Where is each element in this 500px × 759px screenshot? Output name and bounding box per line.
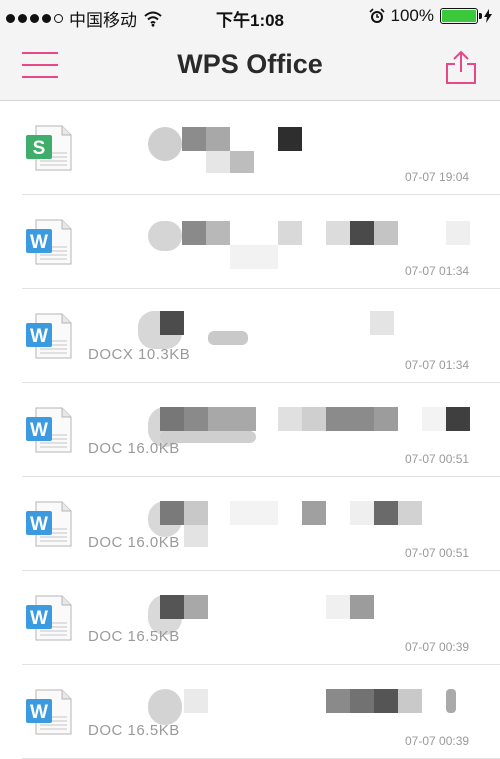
- charging-bolt-icon: [484, 9, 492, 23]
- file-date: 07-07 00:39: [405, 734, 470, 748]
- file-name-redacted: [88, 395, 470, 447]
- file-name-redacted: [88, 677, 468, 727]
- file-meta: DOC 16.0KB: [88, 440, 180, 457]
- battery-icon: [440, 8, 482, 24]
- file-row[interactable]: W DOC 16.5KB 07-07 00:39: [22, 665, 500, 759]
- svg-text:S: S: [33, 138, 46, 159]
- word-document-icon: W: [26, 407, 72, 453]
- file-date: 07-07 01:34: [405, 264, 470, 278]
- file-row[interactable]: W DOC 16.5KB 07-07 00:39: [22, 571, 500, 665]
- file-meta: DOC 16.5KB: [88, 628, 180, 645]
- file-name-redacted: [88, 489, 468, 547]
- svg-text:W: W: [30, 702, 48, 723]
- alarm-clock-icon: [368, 8, 385, 23]
- word-document-icon: W: [26, 313, 72, 359]
- word-document-icon: W: [26, 595, 72, 641]
- svg-text:W: W: [30, 514, 48, 535]
- file-row[interactable]: W DOC 16.0KB 07-07 00:51: [22, 477, 500, 571]
- file-name-redacted: [88, 301, 468, 351]
- file-row[interactable]: W 07-07 01:34: [22, 195, 500, 289]
- file-list: S 07-07 19:04 W 07-07 01:34 W DOCX 10.3KB 07-0…: [0, 101, 500, 759]
- status-bar: 中国移动 下午1:08 100%: [0, 0, 500, 34]
- file-name-redacted: [88, 583, 468, 635]
- file-date: 07-07 00:39: [405, 640, 470, 654]
- file-date: 07-07 00:51: [405, 546, 470, 560]
- battery-percent: 100%: [390, 6, 434, 25]
- file-row[interactable]: S 07-07 19:04: [22, 101, 500, 195]
- file-meta: DOC 16.5KB: [88, 722, 180, 739]
- file-row[interactable]: W DOCX 10.3KB 07-07 01:34: [22, 289, 500, 383]
- spreadsheet-document-icon: S: [26, 125, 72, 171]
- share-upload-icon[interactable]: [442, 48, 480, 86]
- file-meta: DOCX 10.3KB: [88, 346, 191, 363]
- svg-text:W: W: [30, 232, 48, 253]
- status-right: 100%: [368, 6, 492, 26]
- word-document-icon: W: [26, 501, 72, 547]
- file-meta: DOC 16.0KB: [88, 534, 180, 551]
- file-date: 07-07 01:34: [405, 358, 470, 372]
- page-title: WPS Office: [177, 49, 323, 79]
- file-row[interactable]: W DOC 16.0KB 07-07 00:51: [22, 383, 500, 477]
- file-date: 07-07 19:04: [405, 170, 470, 184]
- word-document-icon: W: [26, 219, 72, 265]
- svg-text:W: W: [30, 326, 48, 347]
- word-document-icon: W: [26, 689, 72, 735]
- file-name-redacted: [88, 113, 468, 173]
- svg-text:W: W: [30, 420, 48, 441]
- svg-text:W: W: [30, 608, 48, 629]
- navigation-bar: WPS Office: [0, 34, 500, 101]
- file-date: 07-07 00:51: [405, 452, 470, 466]
- file-name-redacted: [88, 207, 470, 269]
